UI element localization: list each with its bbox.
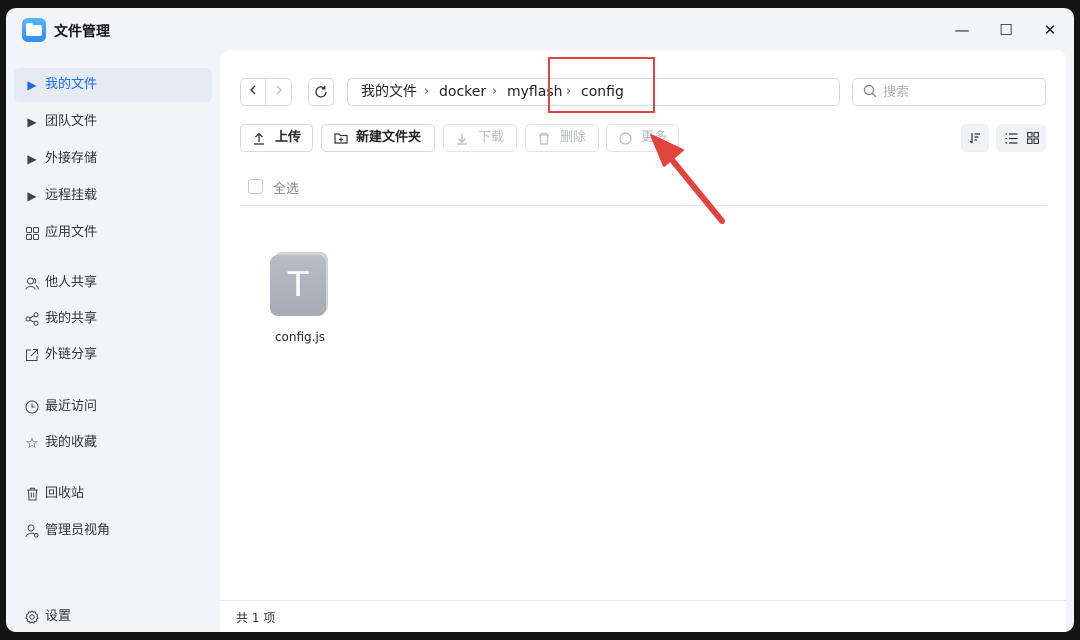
sidebar-item-recent[interactable]: 最近访问 [14,390,212,424]
users-icon [24,266,40,300]
new-folder-label: 新建文件夹 [356,130,422,145]
sidebar-item-label: 团队文件 [45,114,98,129]
file-manager-window: 文件管理 — ☐ ✕ ▶ 我的文件 ▶ 团队文件 ▶ 外接存储 ▶ 远程挂载 应… [6,8,1074,632]
clock-icon [24,390,40,424]
more-label: 更多 [641,130,668,145]
sort-icon [969,133,980,144]
sidebar-item-label: 我的文件 [45,77,98,92]
back-button[interactable] [240,78,266,106]
sidebar-item-label: 我的共享 [45,311,98,326]
sidebar-item-label: 我的收藏 [45,435,98,450]
caret-right-icon: ▶ [27,189,37,203]
main-panel: 我的文件 › docker › myflash › config 上传 新建文件… [220,50,1066,632]
upload-button[interactable]: 上传 [240,124,313,152]
settings-button[interactable]: 设置 [14,600,212,632]
forward-button[interactable] [266,78,292,106]
star-icon: ☆ [25,434,39,452]
sidebar-item-my-files[interactable]: ▶ 我的文件 [14,68,212,102]
grid-view-button[interactable] [1022,124,1044,152]
minimize-button[interactable]: — [950,18,974,42]
more-icon [619,125,632,154]
download-label: 下载 [478,130,505,145]
caret-right-icon: ▶ [27,115,37,129]
sidebar-item-label: 外链分享 [45,347,98,362]
sidebar-item-favorites[interactable]: ☆ 我的收藏 [14,426,212,460]
view-toggle [996,124,1046,152]
sidebar-item-label: 回收站 [45,486,85,501]
grid-icon [1027,132,1039,144]
close-button[interactable]: ✕ [1038,18,1062,42]
apps-grid-icon [24,216,40,250]
sidebar-item-external-storage[interactable]: ▶ 外接存储 [14,142,212,176]
admin-icon [24,514,40,548]
sidebar-item-app-files[interactable]: 应用文件 [14,216,212,250]
upload-label: 上传 [275,130,302,145]
maximize-button[interactable]: ☐ [994,18,1018,42]
sidebar-item-label: 管理员视角 [45,523,111,538]
trash-icon [24,477,40,511]
external-link-icon [24,338,40,372]
sidebar-item-my-shares[interactable]: 我的共享 [14,302,212,336]
sidebar-item-link-shares[interactable]: 外链分享 [14,338,212,372]
breadcrumb-item[interactable]: docker [439,79,486,105]
breadcrumb-item[interactable]: 我的文件 [361,79,417,105]
item-count: 共 1 项 [236,611,276,625]
upload-icon [253,125,265,154]
annotation-highlight-box [548,57,655,113]
caret-right-icon: ▶ [27,152,37,166]
new-folder-icon [334,125,348,153]
sidebar-item-shared-with-me[interactable]: 他人共享 [14,266,212,300]
file-name: config.js [274,330,326,344]
sort-button[interactable] [961,124,989,152]
sidebar-item-remote-mount[interactable]: ▶ 远程挂载 [14,179,212,213]
sidebar-item-recycle-bin[interactable]: 回收站 [14,477,212,511]
app-title: 文件管理 [54,24,110,40]
new-folder-button[interactable]: 新建文件夹 [321,124,435,152]
chevron-right-icon: › [492,84,498,99]
list-icon [1005,133,1017,144]
file-item[interactable]: T config.js [260,252,340,352]
sidebar-item-label: 远程挂载 [45,188,98,203]
refresh-icon [315,85,327,98]
divider [240,205,1046,206]
sidebar-item-team-files[interactable]: ▶ 团队文件 [14,105,212,139]
delete-button[interactable]: 删除 [525,124,599,152]
list-view-button[interactable] [1000,124,1022,152]
sidebar-item-label: 外接存储 [45,151,98,166]
caret-right-icon: ▶ [27,78,37,92]
gear-icon [24,600,40,632]
download-button[interactable]: 下载 [443,124,517,152]
chevron-left-icon [250,85,256,95]
delete-label: 删除 [560,130,587,145]
folder-app-icon [22,18,46,42]
select-all-label: 全选 [273,182,300,197]
refresh-button[interactable] [308,78,334,106]
search-icon [863,84,877,98]
sidebar: ▶ 我的文件 ▶ 团队文件 ▶ 外接存储 ▶ 远程挂载 应用文件 他人共享 我的… [6,52,220,632]
chevron-right-icon [276,85,282,95]
sidebar-item-label: 应用文件 [45,225,98,240]
more-button[interactable]: 更多 [606,124,679,152]
chevron-right-icon: › [424,84,430,99]
text-file-icon: T [270,252,328,316]
sidebar-item-admin-view[interactable]: 管理员视角 [14,514,212,548]
share-icon [24,302,40,336]
file-type-letter: T [270,255,326,316]
search-box[interactable] [852,78,1046,106]
sidebar-item-label: 最近访问 [45,399,98,414]
status-bar: 共 1 项 [220,600,1066,632]
search-input[interactable] [883,83,1033,101]
sidebar-item-label: 他人共享 [45,275,98,290]
select-all-checkbox[interactable] [248,179,263,194]
download-icon [456,125,468,154]
settings-label: 设置 [45,609,72,624]
title-bar: 文件管理 — ☐ ✕ [6,8,1074,52]
trash-icon [538,125,550,154]
